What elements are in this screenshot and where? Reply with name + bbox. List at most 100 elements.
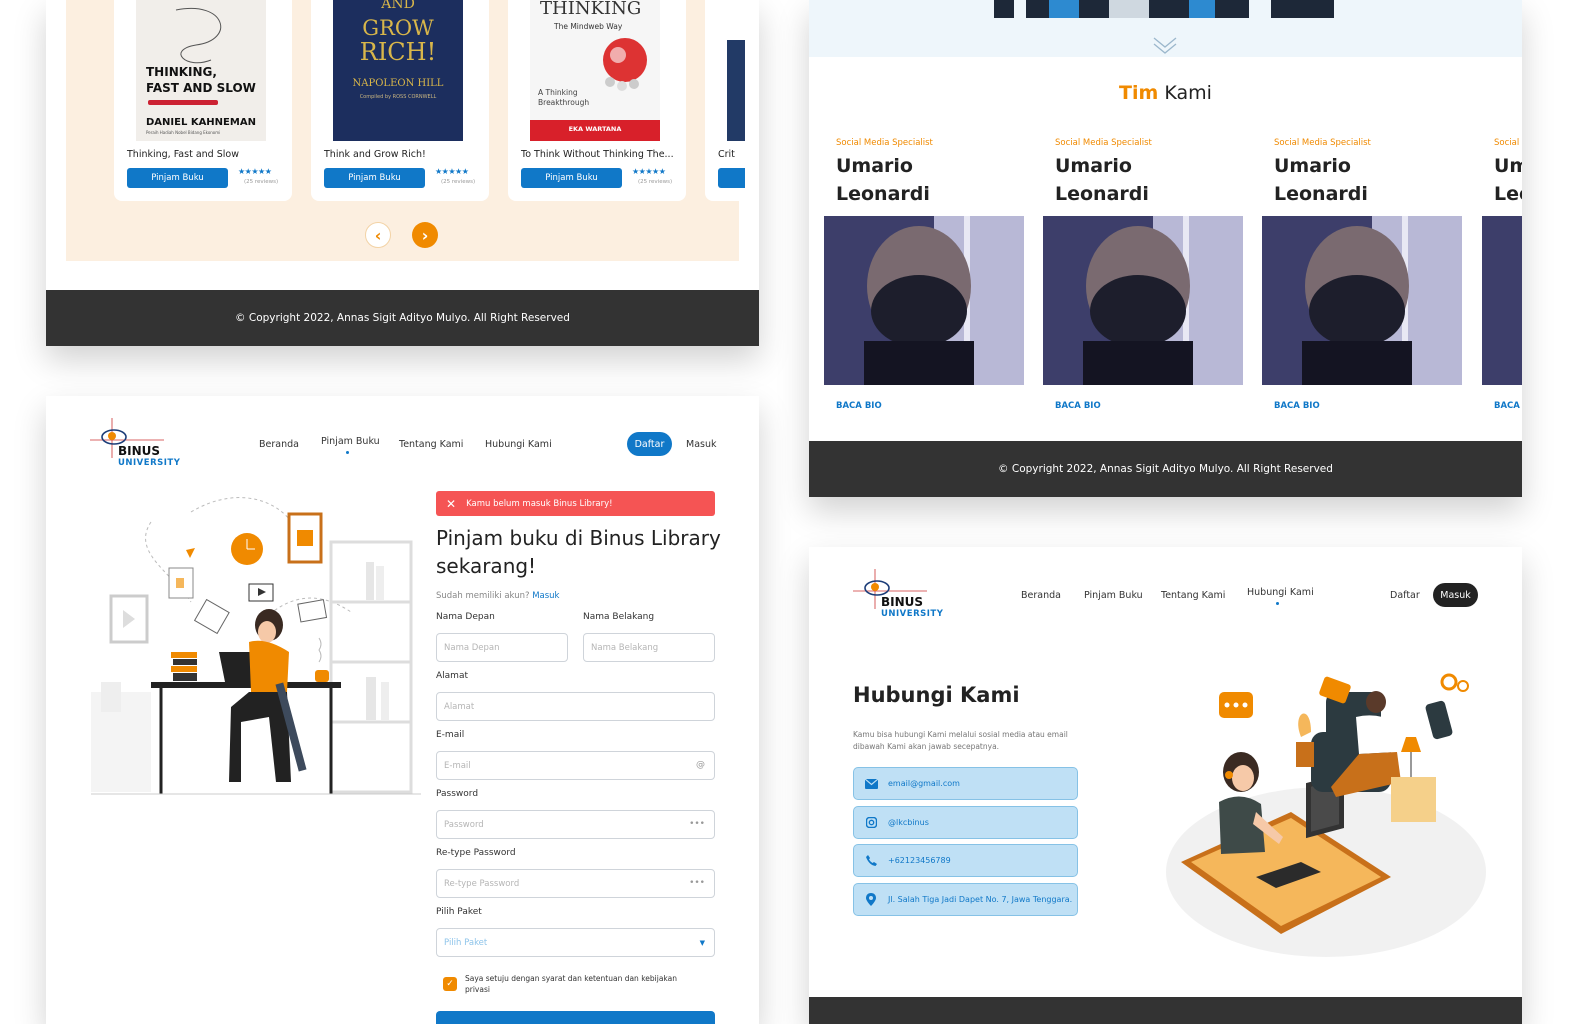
last-name-field[interactable]: Nama Belakang	[583, 633, 715, 662]
book-title: To Think Without Thinking The...	[521, 149, 674, 160]
team-member-card: Social Um Leo BACA	[1482, 138, 1522, 418]
book-cover-title-line: THINKING	[540, 0, 642, 19]
at-icon: @	[696, 760, 705, 770]
book-cover-title-line: FAST AND SLOW	[146, 81, 256, 95]
nav-tentang-kami[interactable]: Tentang Kami	[1161, 590, 1225, 601]
email-placeholder: E-mail	[444, 760, 471, 771]
member-photo	[1262, 216, 1462, 385]
package-placeholder: Pilih Paket	[444, 937, 488, 948]
binus-logo[interactable]: BINUS UNIVERSITY	[90, 416, 180, 472]
page-title: Hubungi Kami	[853, 683, 1020, 707]
retype-password-label: Re-type Password	[436, 848, 516, 858]
location-icon	[864, 893, 878, 907]
member-name: Umario Leonardi	[836, 152, 1024, 208]
member-first-name: Umario	[1055, 155, 1132, 177]
member-last-name: Leonardi	[1055, 183, 1149, 205]
retype-password-field[interactable]: Re-type Password •••	[436, 869, 715, 898]
check-icon: ✓	[446, 979, 454, 989]
footer: © Copyright 2022, Annas Sigit Adityo Mul…	[809, 441, 1522, 497]
baca-bio-link[interactable]: BACA	[1494, 401, 1520, 411]
masuk-button[interactable]: Masuk	[1433, 583, 1478, 607]
member-photo	[824, 216, 1024, 385]
member-role: Social Media Specialist	[836, 138, 933, 148]
rating-stars: ★★★★★	[238, 167, 272, 176]
member-role: Social	[1494, 138, 1520, 148]
page-title: Pinjam buku di Binus Library sekarang!	[436, 526, 721, 578]
review-count: (25 reviews)	[244, 179, 279, 185]
footer	[809, 997, 1522, 1024]
binus-logo[interactable]: BINUS UNIVERSITY	[853, 567, 943, 623]
pinjam-buku-button[interactable]: Pinjam Buku	[521, 168, 622, 188]
password-field[interactable]: Password •••	[436, 810, 715, 839]
book-card[interactable]: THINKING The Mindweb Way A Thinking Brea…	[508, 0, 686, 201]
submit-button[interactable]	[436, 1011, 715, 1024]
have-account-text: Sudah memiliki akun? Masuk	[436, 591, 559, 601]
nav-hubungi-kami[interactable]: Hubungi Kami	[485, 439, 552, 450]
book-card[interactable]: AND GROW RICH! NAPOLEON HILL Compiled by…	[311, 0, 489, 201]
study-illustration	[91, 497, 421, 795]
nav-hubungi-kami[interactable]: Hubungi Kami	[1247, 587, 1314, 598]
chevron-down-icon	[1153, 37, 1177, 54]
package-select[interactable]: Pilih Paket ▼	[436, 928, 715, 957]
baca-bio-link[interactable]: BACA BIO	[836, 401, 882, 411]
email-field[interactable]: E-mail @	[436, 751, 715, 780]
member-name: Um Leo	[1494, 152, 1522, 208]
nav-beranda[interactable]: Beranda	[1021, 590, 1061, 601]
pinjam-buku-button[interactable]: Pinjam Buku	[324, 168, 425, 188]
carousel-next-button[interactable]: ›	[412, 222, 438, 248]
contact-address[interactable]: Jl. Salah Tiga Jadi Dapet No. 7, Jawa Te…	[853, 883, 1078, 916]
pinjam-buku-button[interactable]: Pinjam Buku	[127, 168, 228, 188]
section-title-rest: Kami	[1158, 82, 1212, 104]
nav-beranda[interactable]: Beranda	[259, 439, 299, 450]
member-role: Social Media Specialist	[1274, 138, 1371, 148]
book-cover-title-line: AND	[381, 0, 415, 12]
pinjam-buku-button[interactable]	[718, 168, 745, 188]
book-title: Thinking, Fast and Slow	[127, 149, 239, 160]
contact-email[interactable]: email@gmail.com	[853, 767, 1078, 800]
baca-bio-link[interactable]: BACA BIO	[1274, 401, 1320, 411]
login-link[interactable]: Masuk	[532, 591, 559, 601]
book-title: Think and Grow Rich!	[324, 149, 426, 160]
nav-pinjam-buku[interactable]: Pinjam Buku	[1084, 590, 1143, 601]
address-field[interactable]: Alamat	[436, 692, 715, 721]
carousel-prev-button[interactable]: ‹	[365, 222, 391, 248]
password-dots-icon[interactable]: •••	[689, 878, 705, 888]
nav-tentang-kami[interactable]: Tentang Kami	[399, 439, 463, 450]
brand-sub: UNIVERSITY	[881, 609, 944, 619]
have-account-label: Sudah memiliki akun?	[436, 591, 530, 601]
book-card[interactable]: Crit	[705, 0, 745, 201]
team-panel: Tim Kami Social Media Specialist Umario L…	[809, 0, 1522, 497]
member-name: Umario Leonardi	[1055, 152, 1243, 208]
book-cover-author-note: Compiled by ROSS CORNWELL	[359, 94, 437, 100]
daftar-link[interactable]: Daftar	[1390, 590, 1420, 601]
agree-checkbox[interactable]: ✓	[443, 977, 457, 991]
chevron-down-icon: ▼	[699, 939, 705, 947]
brand-name: BINUS	[118, 444, 161, 458]
first-name-field[interactable]: Nama Depan	[436, 633, 568, 662]
books-panel: THINKING, FAST AND SLOW DANIEL KAHNEMAN …	[46, 0, 759, 346]
masuk-link[interactable]: Masuk	[686, 439, 717, 450]
contact-instagram[interactable]: @lkcbinus	[853, 806, 1078, 839]
member-name: Umario Leonardi	[1274, 152, 1462, 208]
member-first-name: Um	[1494, 155, 1522, 177]
member-photo	[1043, 216, 1243, 385]
contact-instagram-text: @lkcbinus	[888, 818, 929, 827]
book-cover	[727, 40, 745, 141]
daftar-button[interactable]: Daftar	[627, 432, 672, 456]
email-label: E-mail	[436, 730, 465, 740]
member-first-name: Umario	[1274, 155, 1351, 177]
member-photo	[1482, 216, 1522, 385]
contact-email-text: email@gmail.com	[888, 779, 960, 788]
nav-pinjam-buku[interactable]: Pinjam Buku	[321, 436, 380, 447]
last-name-placeholder: Nama Belakang	[591, 642, 659, 653]
book-card[interactable]: THINKING, FAST AND SLOW DANIEL KAHNEMAN …	[114, 0, 292, 201]
baca-bio-link[interactable]: BACA BIO	[1055, 401, 1101, 411]
login-alert: ✕ Kamu belum masuk Binus Library!	[436, 491, 715, 516]
password-dots-icon[interactable]: •••	[689, 819, 705, 829]
nav-active-indicator	[1276, 602, 1279, 605]
contact-phone[interactable]: +62123456789	[853, 844, 1078, 877]
book-cover-title-line: THINKING,	[146, 65, 217, 79]
contact-address-text: Jl. Salah Tiga Jadi Dapet No. 7, Jawa Te…	[888, 895, 1073, 904]
close-icon[interactable]: ✕	[446, 497, 456, 511]
package-label: Pilih Paket	[436, 907, 482, 917]
